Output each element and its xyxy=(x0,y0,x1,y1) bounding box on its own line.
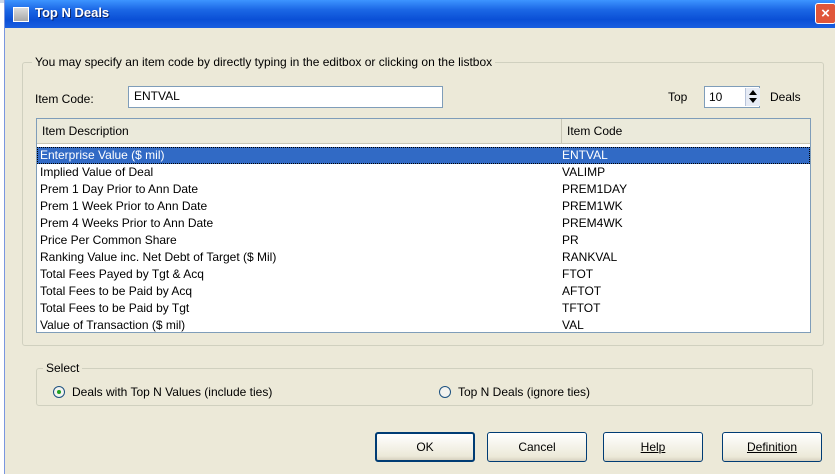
spinner-buttons[interactable] xyxy=(745,88,760,106)
column-header-description[interactable]: Item Description xyxy=(37,119,562,143)
ok-button[interactable]: OK xyxy=(375,432,475,462)
item-code: PR xyxy=(562,233,579,247)
top-label: Top xyxy=(668,90,688,104)
spin-up-icon[interactable] xyxy=(749,90,757,95)
list-item[interactable]: Total Fees Payed by Tgt & Acq FTOT xyxy=(37,266,810,283)
item-code: RANKVAL xyxy=(562,250,618,264)
group-instruction-label: You may specify an item code by directly… xyxy=(32,55,496,69)
list-item[interactable]: Prem 1 Week Prior to Ann Date PREM1WK xyxy=(37,198,810,215)
close-button[interactable]: × xyxy=(815,3,835,24)
item-description: Prem 1 Week Prior to Ann Date xyxy=(40,199,208,213)
list-item[interactable]: Ranking Value inc. Net Debt of Target ($… xyxy=(37,249,810,266)
radio-include-ties[interactable] xyxy=(53,386,65,398)
item-description: Price Per Common Share xyxy=(40,233,177,247)
radio-include-ties-label[interactable]: Deals with Top N Values (include ties) xyxy=(72,385,272,399)
spin-down-icon[interactable] xyxy=(749,98,757,103)
item-description: Prem 1 Day Prior to Ann Date xyxy=(40,182,199,196)
top-n-value[interactable]: 10 xyxy=(709,90,722,104)
radio-ignore-ties[interactable] xyxy=(439,386,451,398)
item-code: PREM1WK xyxy=(562,199,623,213)
list-item[interactable]: Total Fees to be Paid by Tgt TFTOT xyxy=(37,300,810,317)
item-description: Value of Transaction ($ mil) xyxy=(40,318,186,332)
help-button[interactable]: Help xyxy=(603,432,703,462)
item-code: TFTOT xyxy=(562,301,601,315)
top-n-spinner[interactable]: 10 xyxy=(704,86,760,108)
item-code: FTOT xyxy=(562,267,594,281)
item-code-label: Item Code: xyxy=(35,92,94,106)
item-code: PREM4WK xyxy=(562,216,623,230)
item-code-input[interactable]: ENTVAL xyxy=(128,86,443,108)
item-description: Implied Value of Deal xyxy=(40,165,154,179)
list-item[interactable]: Price Per Common Share PR xyxy=(37,232,810,249)
item-code: ENTVAL xyxy=(562,148,608,162)
radio-ignore-ties-label[interactable]: Top N Deals (ignore ties) xyxy=(458,385,590,399)
list-item[interactable]: Prem 1 Day Prior to Ann Date PREM1DAY xyxy=(37,181,810,198)
title-bar[interactable]: Top N Deals × xyxy=(5,0,835,28)
item-description: Enterprise Value ($ mil) xyxy=(40,148,165,162)
item-description: Total Fees Payed by Tgt & Acq xyxy=(40,267,204,281)
list-item[interactable]: Enterprise Value ($ mil) ENTVAL xyxy=(37,147,810,164)
list-item[interactable]: Prem 4 Weeks Prior to Ann Date PREM4WK xyxy=(37,215,810,232)
list-item[interactable]: Implied Value of Deal VALIMP xyxy=(37,164,810,181)
item-description: Total Fees to be Paid by Acq xyxy=(40,284,193,298)
select-group-label: Select xyxy=(43,361,83,375)
item-description: Ranking Value inc. Net Debt of Target ($… xyxy=(40,250,277,264)
list-item[interactable]: Total Fees to be Paid by Acq AFTOT xyxy=(37,283,810,300)
item-code: AFTOT xyxy=(562,284,602,298)
item-listbox[interactable]: Item Description Item Code Enterprise Va… xyxy=(36,118,811,333)
list-header: Item Description Item Code xyxy=(37,119,810,144)
cancel-button[interactable]: Cancel xyxy=(487,432,587,462)
item-description: Total Fees to be Paid by Tgt xyxy=(40,301,190,315)
list-item[interactable]: Value of Transaction ($ mil) VAL xyxy=(37,317,810,332)
definition-button[interactable]: Definition xyxy=(722,432,822,462)
item-code: VAL xyxy=(562,318,584,332)
deals-label: Deals xyxy=(770,90,801,104)
column-header-code[interactable]: Item Code xyxy=(562,119,810,143)
app-icon xyxy=(13,7,29,22)
item-description: Prem 4 Weeks Prior to Ann Date xyxy=(40,216,214,230)
item-code: VALIMP xyxy=(562,165,606,179)
window-title: Top N Deals xyxy=(35,5,110,20)
item-code: PREM1DAY xyxy=(562,182,628,196)
